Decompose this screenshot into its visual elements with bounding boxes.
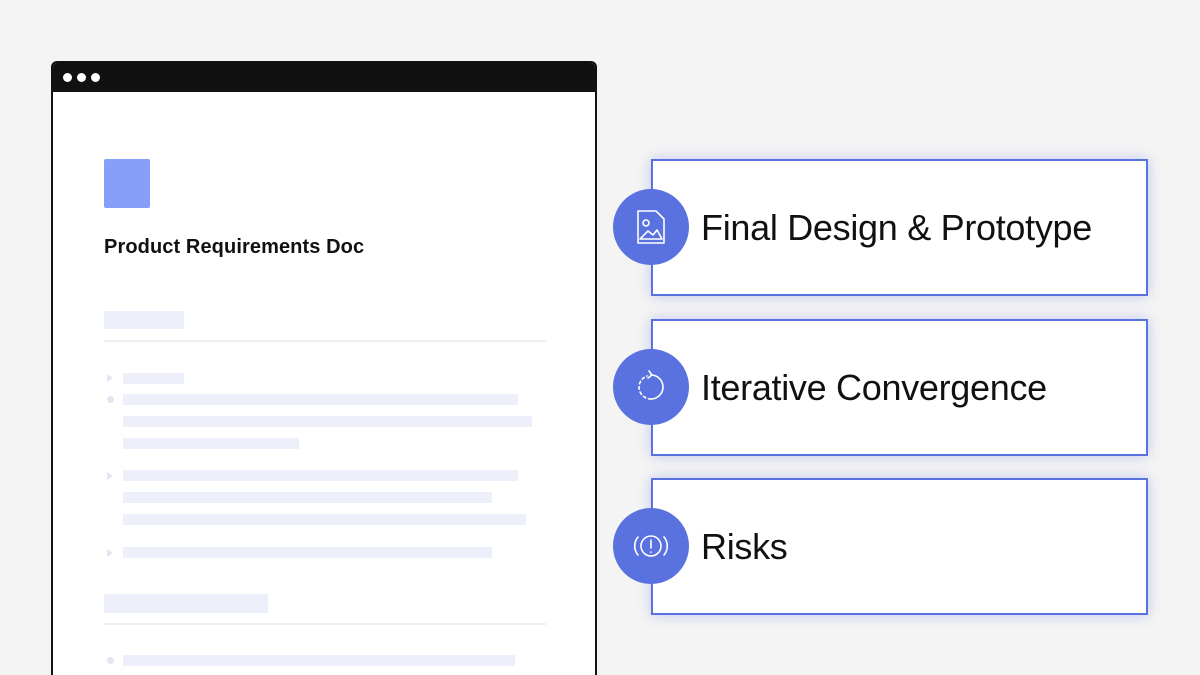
section-divider <box>104 340 546 342</box>
card-risks[interactable]: Risks <box>651 478 1148 615</box>
section-heading-placeholder <box>104 594 268 613</box>
window-dot[interactable] <box>77 73 86 82</box>
section-heading-placeholder <box>104 311 184 329</box>
text-line-placeholder <box>123 655 515 666</box>
text-line-placeholder <box>123 394 518 405</box>
window-dot[interactable] <box>63 73 72 82</box>
document-window: Product Requirements Doc <box>51 61 597 675</box>
image-file-icon <box>613 189 689 265</box>
bullet-arrow-icon <box>107 549 113 557</box>
card-label: Risks <box>701 525 788 567</box>
bullet-arrow-icon <box>107 374 113 382</box>
document-square-icon <box>104 159 150 208</box>
document-title: Product Requirements Doc <box>104 236 365 258</box>
card-final-design[interactable]: Final Design & Prototype <box>651 159 1148 296</box>
window-titlebar <box>53 63 595 92</box>
text-line-placeholder <box>123 416 532 427</box>
text-line-placeholder <box>123 470 518 481</box>
text-line-placeholder <box>123 492 492 503</box>
refresh-dashed-icon <box>613 349 689 425</box>
card-label: Iterative Convergence <box>701 366 1047 408</box>
card-iterative-convergence[interactable]: Iterative Convergence <box>651 319 1148 456</box>
section-divider <box>104 623 546 625</box>
text-line-placeholder <box>123 514 526 525</box>
card-label: Final Design & Prototype <box>701 206 1092 248</box>
bullet-dot-icon <box>107 657 114 664</box>
text-line-placeholder <box>123 438 299 449</box>
bullet-dot-icon <box>107 396 114 403</box>
alert-circle-icon <box>613 508 689 584</box>
text-line-placeholder <box>123 373 184 384</box>
text-line-placeholder <box>123 547 492 558</box>
window-dot[interactable] <box>91 73 100 82</box>
bullet-arrow-icon <box>107 472 113 480</box>
